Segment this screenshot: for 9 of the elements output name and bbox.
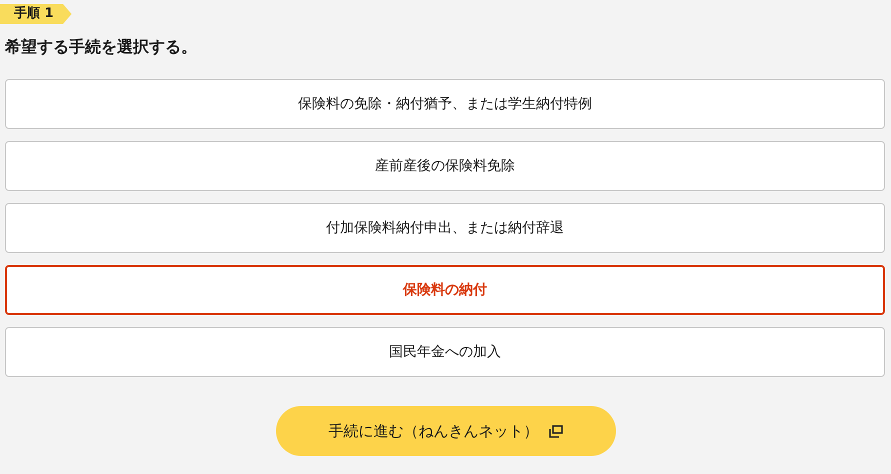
proceed-button[interactable]: 手続に進む（ねんきんネット） xyxy=(276,406,616,456)
option-button[interactable]: 保険料の納付 xyxy=(5,265,885,315)
heading: 希望する手続を選択する。 xyxy=(5,36,198,58)
external-window-icon xyxy=(548,424,562,438)
option-button[interactable]: 保険料の免除・納付猶予、または学生納付特例 xyxy=(5,79,885,129)
option-button[interactable]: 付加保険料納付申出、または納付辞退 xyxy=(5,203,885,253)
option-button[interactable]: 国民年金への加入 xyxy=(5,327,885,377)
option-button[interactable]: 産前産後の保険料免除 xyxy=(5,141,885,191)
step-badge: 手順 1 xyxy=(0,4,72,24)
